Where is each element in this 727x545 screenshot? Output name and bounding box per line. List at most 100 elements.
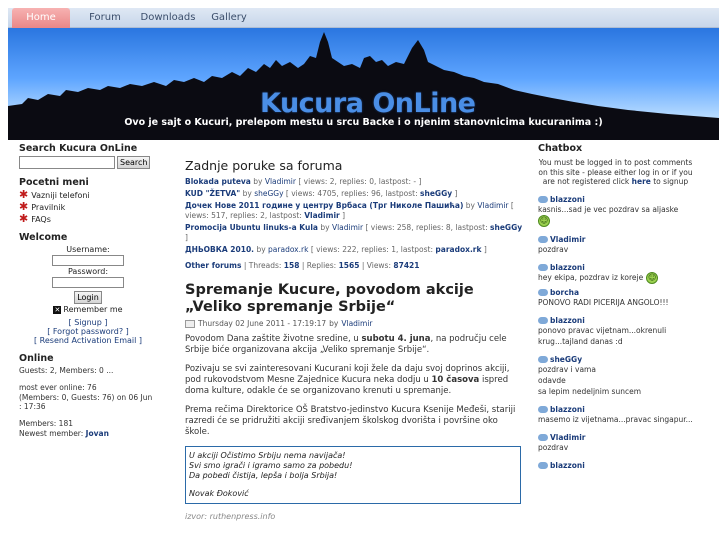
forum-post-link[interactable]: Дочек Нове 2011 године у центру Врбаса (… xyxy=(185,201,463,210)
remember-checkbox[interactable]: ✕ xyxy=(53,305,62,314)
lastpost-author-link[interactable]: paradox.rk xyxy=(435,245,481,254)
menu-item-telefoni[interactable]: ✱ Vazniji telefoni xyxy=(19,189,157,200)
chatbox-login-note: You must be logged in to post comments o… xyxy=(538,158,693,187)
chat-user-link[interactable]: borcha xyxy=(550,288,579,297)
guests-members-line: Guests: 2, Members: 0 ... xyxy=(19,366,114,375)
nav-downloads[interactable]: Downloads xyxy=(136,8,200,28)
quote-line: Svi smo igrači i igramo samo za pobedu! xyxy=(189,461,353,470)
chat-message: blazzoni hey ekipa, pozdrav iz koreje ☺ xyxy=(538,263,693,284)
list-item: Blokada puteva by Vladimir [ views: 2, r… xyxy=(185,177,525,187)
nav-forum[interactable]: Forum xyxy=(80,8,130,28)
nav-gallery[interactable]: Gallery xyxy=(206,8,252,28)
menu-item-label: FAQs xyxy=(31,214,51,224)
chat-text: PONOVO RADI PICERIJA ANGOLO!!! xyxy=(538,297,669,307)
chat-user-link[interactable]: blazzoni xyxy=(550,316,585,325)
lastpost-author-link[interactable]: sheGGy xyxy=(490,223,522,232)
article-meta: Thursday 02 June 2011 - 17:19:17 by Vlad… xyxy=(185,319,525,328)
by-label: by xyxy=(320,223,330,232)
post-author-link[interactable]: Vladimir xyxy=(265,177,296,186)
chat-message: Vladimir pozdrav xyxy=(538,433,693,453)
username-label: Username: xyxy=(66,245,110,254)
menu-heading: Pocetni meni xyxy=(19,177,89,188)
signup-link[interactable]: [ Signup ] xyxy=(19,318,157,327)
text-segment: Povodom Dana zaštite životne sredine, u xyxy=(185,334,362,344)
password-field[interactable] xyxy=(52,277,124,288)
online-heading: Online xyxy=(19,353,54,364)
login-button[interactable]: Login xyxy=(74,291,102,304)
newest-member-label: Newest member: xyxy=(19,429,86,438)
views-label: | Views: xyxy=(359,261,394,270)
search-button[interactable]: Search xyxy=(117,156,151,169)
chat-user-link[interactable]: blazzoni xyxy=(550,461,585,470)
threads-label: | Threads: xyxy=(241,261,284,270)
remember-me[interactable]: ✕ Remember me xyxy=(19,305,157,314)
chat-message: blazzoni masemo iz vijetnama...pravac si… xyxy=(538,405,693,425)
post-stats-end: ] xyxy=(185,233,188,242)
forum-post-link[interactable]: Promocija Ubuntu linuks-a Kula xyxy=(185,223,318,232)
chatbox-heading: Chatbox xyxy=(538,143,583,154)
post-stats-end: ] xyxy=(481,245,487,254)
forgot-password-link[interactable]: [ Forgot password? ] xyxy=(19,327,157,336)
smiley-icon: ☺ xyxy=(646,271,659,284)
article-paragraph-3: Prema rečima Direktorice OŠ Bratstvo-jed… xyxy=(185,405,516,437)
menu-item-label: Pravilnik xyxy=(31,202,66,212)
list-item: ДНЬОВКА 2010. by paradox.rk [ views: 222… xyxy=(185,245,525,255)
forum-post-link[interactable]: ДНЬОВКА 2010. xyxy=(185,245,254,254)
most-ever-line: most ever online: 76 xyxy=(19,383,97,392)
article-author-link[interactable]: Vladimir xyxy=(341,319,372,328)
chat-message: blazzoni ponovo pravac vijetnam...okrenu… xyxy=(538,316,693,347)
quote-signature: Novak Đoković xyxy=(189,489,249,498)
username-field[interactable] xyxy=(52,255,124,266)
chat-user-link[interactable]: blazzoni xyxy=(550,405,585,414)
post-author-link[interactable]: Vladimir xyxy=(477,201,508,210)
chat-user-link[interactable]: blazzoni xyxy=(550,195,585,204)
chat-message: blazzoni xyxy=(538,461,693,470)
chat-text: pozdrav i vama xyxy=(538,364,596,374)
chat-text: masemo iz vijetnama...pravac singapur... xyxy=(538,414,693,424)
chat-user-link[interactable]: Vladimir xyxy=(550,433,585,442)
search-input[interactable] xyxy=(19,156,115,169)
chat-text-content: kasnis...sad je vec pozdrav sa aljaske xyxy=(538,204,679,214)
chat-message: sheGGy pozdrav i vama odavde sa lepim ne… xyxy=(538,355,693,397)
chat-bubble-icon xyxy=(538,405,548,413)
chat-user-link[interactable]: blazzoni xyxy=(550,263,585,272)
newest-member-link[interactable]: Jovan xyxy=(86,429,109,438)
list-item: Дочек Нове 2011 године у центру Врбаса (… xyxy=(185,201,525,221)
by-label: by xyxy=(256,245,266,254)
menu-item-label: Vazniji telefoni xyxy=(31,190,90,200)
login-form: Username: Password: Login ✕ Remember me … xyxy=(19,245,157,345)
menu-item-faqs[interactable]: ✱ FAQs xyxy=(19,213,157,224)
post-stats-end: ] xyxy=(452,189,458,198)
forum-post-link[interactable]: Blokada puteva xyxy=(185,177,251,186)
threads-count: 158 xyxy=(283,261,300,270)
post-author-link[interactable]: sheGGy xyxy=(254,189,283,198)
forum-summary: Other forums | Threads: 158 | Replies: 1… xyxy=(185,261,525,270)
chat-user-link[interactable]: sheGGy xyxy=(550,355,582,364)
forum-heading: Zadnje poruke sa foruma xyxy=(185,158,343,173)
chat-user-link[interactable]: Vladimir xyxy=(550,235,585,244)
chat-bubble-icon xyxy=(538,195,548,203)
forum-post-link[interactable]: KUD "ŽETVA" xyxy=(185,189,240,198)
post-stats: [ views: 258, replies: 8, lastpost: xyxy=(365,223,491,232)
main-content: Zadnje poruke sa foruma Blokada puteva b… xyxy=(185,158,525,521)
star-icon: ✱ xyxy=(19,200,29,213)
lastpost-author-link[interactable]: Vladimir xyxy=(304,211,339,220)
post-stats: [ views: 2, replies: 0, lastpost: - ] xyxy=(298,177,422,186)
post-stats: [ views: 4705, replies: 96, lastpost: xyxy=(285,189,421,198)
top-nav: Home Forum Downloads Gallery xyxy=(8,8,719,28)
post-author-link[interactable]: Vladimir xyxy=(332,223,363,232)
post-author-link[interactable]: paradox.rk xyxy=(268,245,308,254)
resend-activation-link[interactable]: [ Resend Activation Email ] xyxy=(19,336,157,345)
by-label: by xyxy=(465,201,475,210)
news-icon xyxy=(185,319,195,328)
lastpost-author-link[interactable]: sheGGy xyxy=(420,189,452,198)
menu-item-pravilnik[interactable]: ✱ Pravilnik xyxy=(19,200,157,213)
signup-here-link[interactable]: here xyxy=(632,177,651,186)
chat-text: odavde xyxy=(538,375,566,385)
nav-home[interactable]: Home xyxy=(12,8,70,28)
views-count: 87421 xyxy=(393,261,420,270)
article-title[interactable]: Spremanje Kucure, povodom akcije „Veliko… xyxy=(185,282,525,316)
online-stats: Guests: 2, Members: 0 ... most ever onli… xyxy=(19,366,157,438)
other-forums-link[interactable]: Other forums xyxy=(185,261,241,270)
header-banner: Kucura OnLine Ovo je sajt o Kucuri, prel… xyxy=(8,28,719,140)
